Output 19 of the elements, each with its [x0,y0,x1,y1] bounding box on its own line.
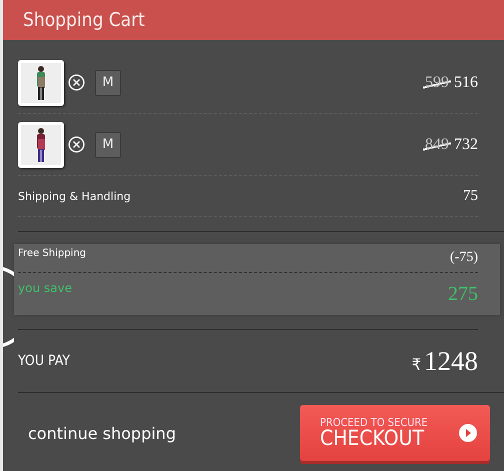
you-pay-label: YOU PAY [18,353,70,369]
currency-symbol: ₹ [412,354,421,374]
item-price: 732 [454,136,478,154]
total-amount: 1248 [424,346,478,376]
shipping-label: Shipping & Handling [18,190,131,202]
cart-title: Shopping Cart [23,9,145,31]
continue-shopping-link[interactable]: continue shopping [28,424,176,442]
size-button[interactable]: M [95,132,121,158]
size-button[interactable]: M [95,70,121,96]
remove-icon[interactable] [68,74,85,91]
checkout-button[interactable]: PROCEED TO SECURE CHECKOUT [300,405,490,461]
free-shipping-label: Free Shipping [18,248,86,259]
play-icon [458,423,478,443]
item-price: 516 [454,74,478,92]
you-save-label: you save [18,281,72,295]
you-save-amount: 275 [448,283,478,306]
remove-icon[interactable] [68,136,85,153]
free-shipping-amount: (-75) [450,250,478,266]
shipping-amount: 75 [463,188,478,204]
